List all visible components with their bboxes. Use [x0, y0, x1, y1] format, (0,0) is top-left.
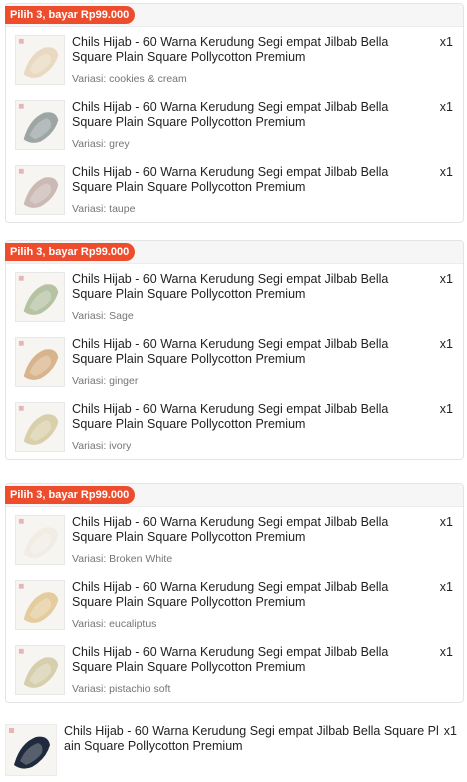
- product-title: Chils Hijab - 60 Warna Kerudung Segi emp…: [72, 337, 389, 366]
- product-thumbnail[interactable]: [15, 165, 65, 215]
- hijab-image: [16, 646, 64, 694]
- product-title: Chils Hijab - 60 Warna Kerudung Segi emp…: [72, 645, 389, 674]
- hijab-image: [16, 101, 64, 149]
- promo-badge: Pilih 3, bayar Rp99.000: [5, 486, 136, 504]
- variant-label: Variasi: grey: [72, 138, 130, 150]
- quantity-label: x1: [439, 272, 453, 286]
- quantity-label: x1: [439, 402, 453, 416]
- variant-label: Variasi: ginger: [72, 375, 139, 387]
- quantity-label: x1: [439, 580, 453, 594]
- product-thumbnail[interactable]: [15, 100, 65, 150]
- list-item[interactable]: Chils Hijab - 60 Warna Kerudung Segi emp…: [6, 329, 463, 394]
- list-item[interactable]: Chils Hijab - 60 Warna Kerudung Segi emp…: [6, 27, 463, 92]
- product-thumbnail[interactable]: [15, 402, 65, 452]
- product-thumbnail[interactable]: [15, 272, 65, 322]
- bundle-card: Pilih 3, bayar Rp99.000 Chils Hijab - 60…: [5, 483, 464, 703]
- product-thumbnail[interactable]: [15, 515, 65, 565]
- variant-label: Variasi: ivory: [72, 440, 132, 452]
- quantity-label: x1: [439, 515, 453, 529]
- variant-label: Variasi: eucaliptus: [72, 618, 157, 630]
- product-title: Chils Hijab - 60 Warna Kerudung Segi emp…: [72, 35, 389, 64]
- hijab-image: [16, 516, 64, 564]
- promo-badge: Pilih 3, bayar Rp99.000: [5, 6, 136, 24]
- variant-label: Variasi: Broken White: [72, 553, 173, 565]
- product-title: Chils Hijab - 60 Warna Kerudung Segi emp…: [72, 580, 389, 609]
- variant-label: Variasi: pistachio soft: [72, 683, 171, 695]
- list-item[interactable]: Chils Hijab - 60 Warna Kerudung Segi emp…: [6, 637, 463, 702]
- quantity-label: x1: [439, 645, 453, 659]
- quantity-label: x1: [439, 165, 453, 179]
- product-thumbnail[interactable]: [15, 580, 65, 630]
- product-thumbnail[interactable]: [15, 337, 65, 387]
- list-item[interactable]: Chils Hijab - 60 Warna Kerudung Segi emp…: [6, 572, 463, 637]
- bundle-header: Pilih 3, bayar Rp99.000: [5, 241, 463, 264]
- list-item[interactable]: Chils Hijab - 60 Warna Kerudung Segi emp…: [6, 264, 463, 329]
- bundle-card: Pilih 3, bayar Rp99.000 Chils Hijab - 60…: [5, 240, 464, 460]
- hijab-image: [6, 725, 56, 775]
- variant-label: Variasi: cookies & cream: [72, 73, 187, 85]
- bundle-header: Pilih 3, bayar Rp99.000: [5, 484, 463, 507]
- product-thumbnail[interactable]: [15, 645, 65, 695]
- product-thumbnail[interactable]: [15, 35, 65, 85]
- product-title: Chils Hijab - 60 Warna Kerudung Segi emp…: [64, 724, 439, 753]
- list-item[interactable]: Chils Hijab - 60 Warna Kerudung Segi emp…: [5, 722, 462, 782]
- list-item[interactable]: Chils Hijab - 60 Warna Kerudung Segi emp…: [6, 157, 463, 222]
- quantity-label: x1: [439, 35, 453, 49]
- bundle-card: Pilih 3, bayar Rp99.000 Chils Hijab - 60…: [5, 3, 464, 223]
- quantity-label: x1: [439, 337, 453, 351]
- hijab-image: [16, 166, 64, 214]
- product-title: Chils Hijab - 60 Warna Kerudung Segi emp…: [72, 272, 389, 301]
- product-title: Chils Hijab - 60 Warna Kerudung Segi emp…: [72, 165, 389, 194]
- bundle-header: Pilih 3, bayar Rp99.000: [5, 4, 463, 27]
- hijab-image: [16, 338, 64, 386]
- hijab-image: [16, 581, 64, 629]
- hijab-image: [16, 36, 64, 84]
- product-title: Chils Hijab - 60 Warna Kerudung Segi emp…: [72, 402, 389, 431]
- variant-label: Variasi: Sage: [72, 310, 134, 322]
- list-item[interactable]: Chils Hijab - 60 Warna Kerudung Segi emp…: [6, 394, 463, 459]
- quantity-label: x1: [439, 100, 453, 114]
- product-title: Chils Hijab - 60 Warna Kerudung Segi emp…: [72, 100, 389, 129]
- product-thumbnail[interactable]: [5, 724, 57, 776]
- hijab-image: [16, 403, 64, 451]
- hijab-image: [16, 273, 64, 321]
- promo-badge: Pilih 3, bayar Rp99.000: [5, 243, 136, 261]
- list-item[interactable]: Chils Hijab - 60 Warna Kerudung Segi emp…: [6, 92, 463, 157]
- variant-label: Variasi: taupe: [72, 203, 136, 215]
- product-title: Chils Hijab - 60 Warna Kerudung Segi emp…: [72, 515, 389, 544]
- quantity-label: x1: [443, 724, 457, 738]
- list-item[interactable]: Chils Hijab - 60 Warna Kerudung Segi emp…: [6, 507, 463, 572]
